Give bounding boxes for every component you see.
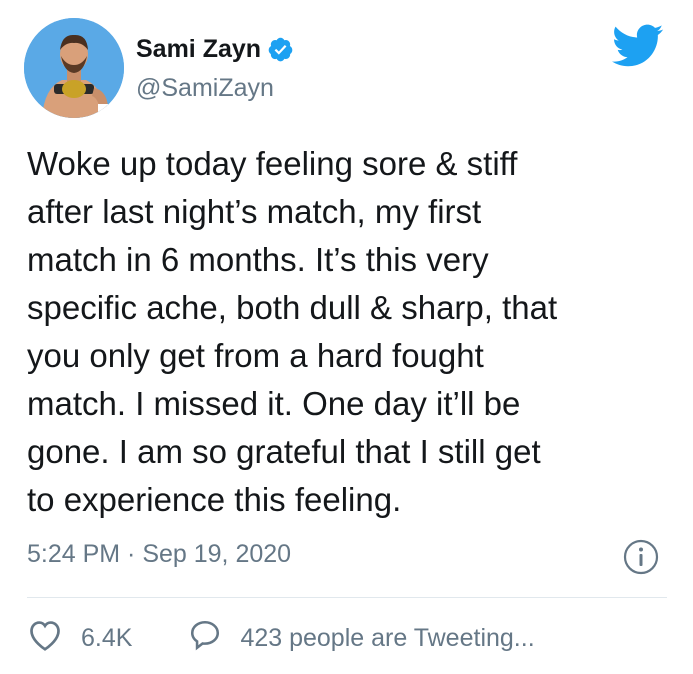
tweet-text-line: specific ache, both dull & sharp, that (27, 289, 558, 326)
user-handle[interactable]: @SamiZayn (136, 74, 274, 103)
tweet-text-line: after last night’s match, my first (27, 193, 482, 230)
divider (27, 597, 667, 598)
tweet-text-line: Woke up today feeling sore & stiff (27, 145, 518, 182)
conversation-link[interactable]: 423 people are Tweeting... (188, 618, 535, 659)
info-icon[interactable] (622, 538, 660, 576)
tweet-text-line: gone. I am so grateful that I still get (27, 433, 541, 470)
speech-bubble-icon (188, 618, 222, 659)
name-row: Sami Zayn (136, 35, 294, 64)
tweet-text-line: match. I missed it. One day it’ll be (27, 385, 521, 422)
heart-icon (27, 618, 63, 659)
like-button[interactable]: 6.4K (27, 618, 132, 659)
tweet-text-line: to experience this feeling. (27, 481, 402, 518)
tweet-timestamp[interactable]: 5:24 PM · Sep 19, 2020 (27, 540, 291, 569)
twitter-bird-icon[interactable] (611, 24, 664, 68)
tweet-card: Sami Zayn @SamiZayn Woke up today feelin… (0, 0, 693, 674)
avatar[interactable] (24, 18, 124, 118)
tweet-text: Woke up today feeling sore & stiff after… (27, 140, 667, 524)
tweet-text-line: you only get from a hard fought (27, 337, 484, 374)
verified-badge-icon (267, 36, 294, 63)
conversation-text: 423 people are Tweeting... (240, 624, 535, 652)
like-count: 6.4K (81, 624, 133, 652)
tweet-actions: 6.4K 423 people are Tweeting... (27, 618, 535, 659)
tweet-text-line: match in 6 months. It’s this very (27, 241, 489, 278)
display-name[interactable]: Sami Zayn (136, 35, 261, 64)
